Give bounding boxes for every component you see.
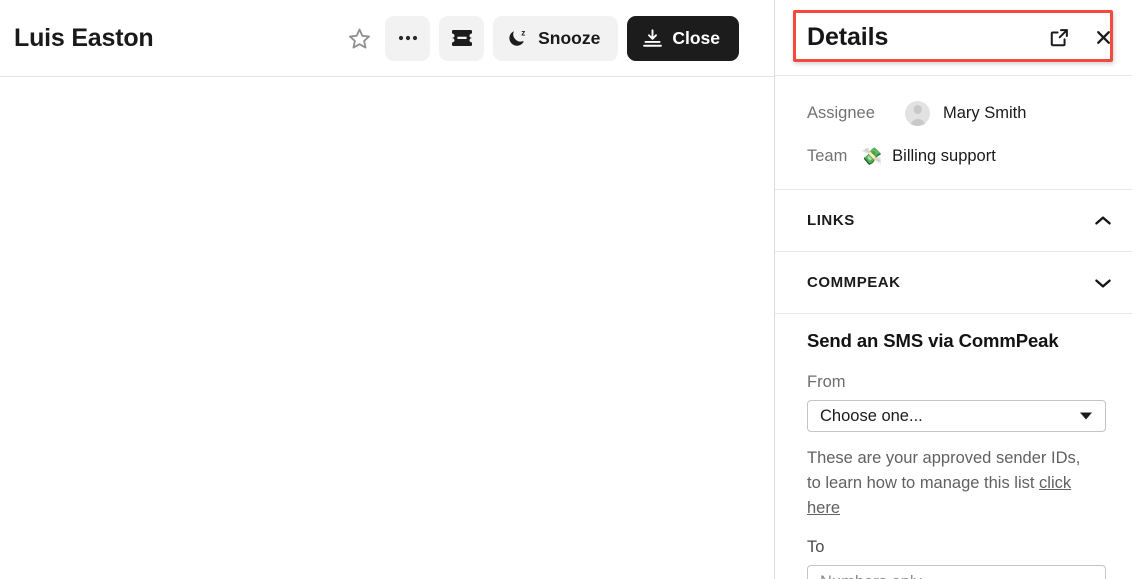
avatar [905,100,930,126]
moon-z-icon: z [509,28,529,49]
chevron-down-icon [1092,272,1114,294]
from-label: From [807,373,846,392]
details-meta-section: Assignee Mary Smith Team 💸 Billing suppo… [775,76,1132,190]
details-header: Details [775,0,1132,76]
conversation-title: Luis Easton [14,23,154,52]
assignee-row[interactable]: Assignee Mary Smith [807,98,1132,128]
section-links[interactable]: LINKS [775,190,1132,253]
team-row[interactable]: Team 💸 Billing support [807,141,1132,171]
section-commpeak-title: COMMPEAK [807,274,901,292]
details-header-actions [1044,23,1118,53]
section-links-title: LINKS [807,212,855,230]
more-options-button[interactable] [385,15,431,61]
close-label: Close [672,27,720,48]
ticket-icon [451,29,473,47]
star-icon [348,27,371,50]
team-value: Billing support [892,146,996,165]
assignee-value: Mary Smith [943,103,1027,122]
close-details-button[interactable] [1088,23,1118,53]
open-in-new-window-button[interactable] [1044,23,1074,53]
from-select-value: Choose one... [820,406,923,425]
from-select[interactable]: Choose one... [807,400,1106,433]
commpeak-app-heading: Send an SMS via CommPeak [807,330,1059,352]
close-x-icon [1095,29,1112,46]
money-with-wings-icon: 💸 [861,146,883,166]
assignee-label: Assignee [807,103,875,122]
chevron-up-icon [1092,210,1114,232]
conversation-header-actions: z Snooze Close [342,15,739,61]
ticket-button[interactable] [439,15,485,61]
to-input[interactable] [807,565,1106,579]
snooze-button[interactable]: z Snooze [493,15,619,61]
details-panel: Details Assignee Mary Smith Team 💸 Billi… [775,0,1132,579]
external-link-icon [1049,27,1070,48]
to-label: To [807,538,825,557]
conversation-pane: Luis Easton z Snooze Close [0,0,775,579]
close-button[interactable]: Close [627,15,739,61]
conversation-header: Luis Easton z Snooze Close [0,0,774,77]
section-commpeak[interactable]: COMMPEAK [775,252,1132,315]
conversation-body [0,77,774,579]
commpeak-app-body: Send an SMS via CommPeak From Choose one… [775,314,1132,579]
snooze-label: Snooze [538,27,601,48]
chevron-down-icon [1080,412,1092,420]
archive-down-icon [642,28,663,49]
svg-text:z: z [521,28,525,37]
app-root: Luis Easton z Snooze Close Details Assig… [0,0,1132,579]
more-options-icon [398,35,418,41]
details-title: Details [807,23,889,51]
from-helper-text: These are your approved sender IDs, to l… [807,446,1092,521]
star-button[interactable] [342,21,376,55]
team-label: Team [807,146,848,165]
